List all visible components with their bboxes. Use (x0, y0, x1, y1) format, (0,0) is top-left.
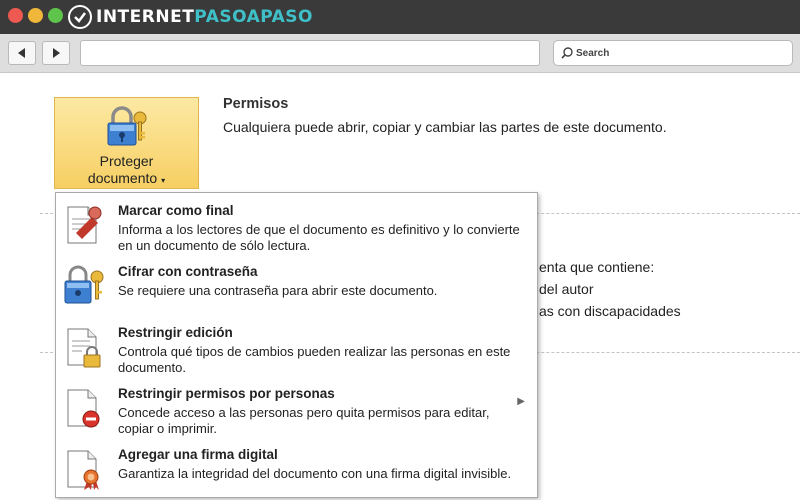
menu-item-description: Informa a los lectores de que el documen… (118, 222, 520, 253)
brand-name: INTERNET (96, 7, 195, 27)
menu-item-description: Controla qué tipos de cambios pueden rea… (118, 344, 511, 375)
menu-item-title: Restringir edición (118, 325, 233, 340)
minimize-window-button[interactable] (28, 8, 43, 23)
forward-arrow-icon (53, 48, 60, 58)
address-bar[interactable] (80, 40, 540, 66)
menu-item-encrypt-password[interactable]: Cifrar con contraseña Se requiere una co… (56, 256, 537, 316)
protect-label-line2: documento (87, 170, 158, 186)
close-window-button[interactable] (8, 8, 23, 23)
back-arrow-icon (18, 48, 25, 58)
lock-key-icon (107, 106, 147, 146)
document-ribbon-icon (67, 450, 99, 490)
background-text: as con discapacidades (539, 303, 681, 319)
mark-final-icon (67, 206, 102, 244)
permissions-description: Cualquiera puede abrir, copiar y cambiar… (223, 119, 667, 135)
permissions-title: Permisos (223, 96, 289, 112)
back-button[interactable] (8, 41, 36, 65)
menu-item-title: Cifrar con contraseña (118, 264, 258, 279)
lock-key-icon (64, 265, 104, 304)
dropdown-caret-icon: ▾ (161, 176, 166, 185)
checkmark-logo-icon (68, 5, 92, 29)
menu-item-mark-final[interactable]: Marcar como final Informa a los lectores… (56, 195, 537, 255)
site-logo: INTERNETPASOAPASO (68, 4, 313, 30)
protect-document-button[interactable]: Proteger documento ▾ (54, 97, 199, 189)
brand-name-accent: PASOAPASO (194, 7, 313, 27)
submenu-arrow-icon: ▶ (517, 396, 525, 407)
menu-item-description: Garantiza la integridad del documento co… (118, 466, 512, 481)
background-text: del autor (539, 281, 594, 297)
menu-item-restrict-editing[interactable]: Restringir edición Controla qué tipos de… (56, 317, 537, 377)
browser-navbar: Search (0, 34, 800, 73)
document-lock-icon (67, 328, 101, 368)
search-input[interactable]: Search (553, 40, 793, 66)
background-text: enta que contiene: (539, 259, 655, 275)
protect-document-menu: Marcar como final Informa a los lectores… (55, 192, 538, 498)
browser-titlebar: INTERNETPASOAPASO (0, 0, 800, 34)
protect-label-line1: Proteger (99, 153, 154, 169)
menu-item-description: Concede acceso a las personas pero quita… (118, 405, 490, 436)
menu-item-title: Restringir permisos por personas (118, 386, 335, 401)
maximize-window-button[interactable] (48, 8, 63, 23)
menu-item-description: Se requiere una contraseña para abrir es… (118, 283, 438, 298)
search-icon (561, 47, 573, 59)
menu-item-title: Marcar como final (118, 203, 234, 218)
forward-button[interactable] (42, 41, 70, 65)
document-restrict-icon (67, 389, 100, 428)
menu-item-restrict-permissions[interactable]: Restringir permisos por personas Concede… (56, 378, 537, 438)
search-placeholder: Search (576, 47, 610, 59)
menu-item-add-digital-signature[interactable]: Agregar una firma digital Garantiza la i… (56, 439, 537, 499)
menu-item-title: Agregar una firma digital (118, 447, 278, 462)
